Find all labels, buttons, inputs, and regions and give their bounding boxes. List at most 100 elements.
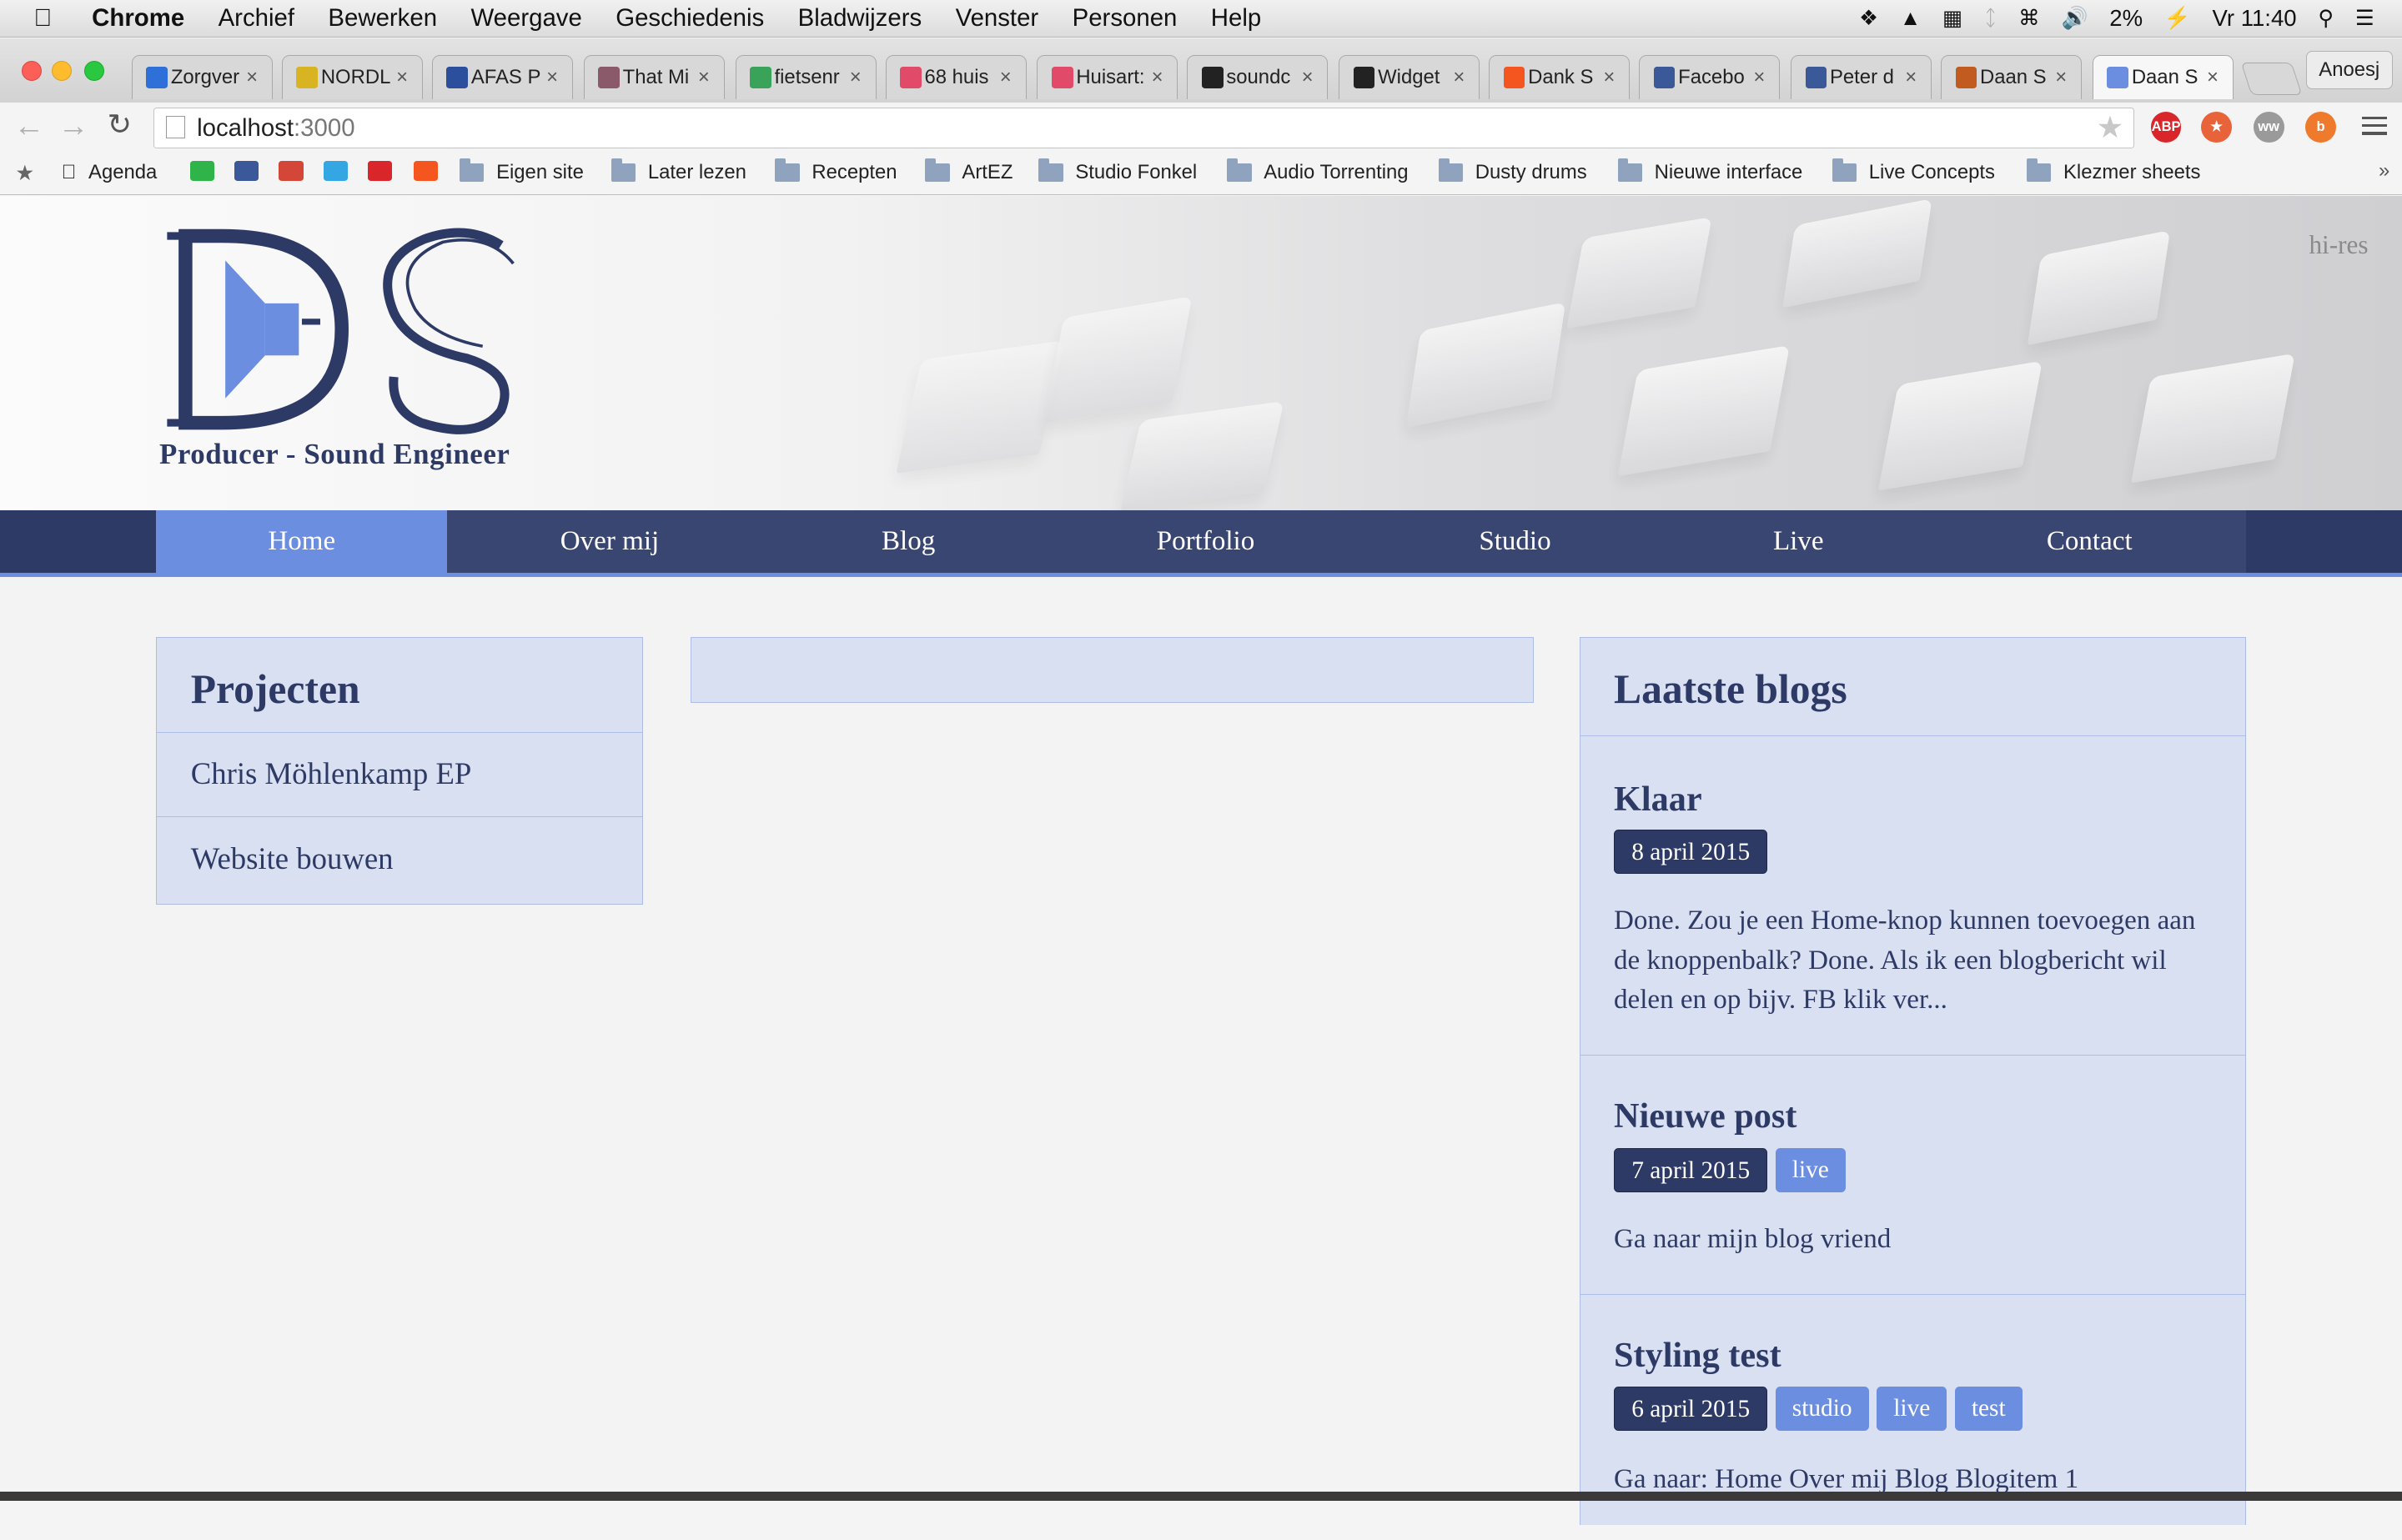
browser-tab[interactable]: fietsenr × <box>735 55 877 100</box>
close-tab-icon[interactable]: × <box>391 66 413 89</box>
nav-blog[interactable]: Blog <box>771 509 1045 573</box>
forward-arrow-icon[interactable]: → <box>58 108 89 143</box>
project-item[interactable]: Website bouwen <box>157 817 642 901</box>
ds-logo[interactable] <box>161 227 529 441</box>
volume-icon[interactable]: 🔊 <box>2062 6 2088 31</box>
menubar-clock[interactable]: Vr 11:40 <box>2213 5 2297 32</box>
extension-icon[interactable]: b <box>2305 112 2336 143</box>
project-link[interactable]: Website bouwen <box>191 840 394 876</box>
close-tab-icon[interactable]: × <box>693 66 715 89</box>
bookmark-item[interactable]: Nieuwe interface <box>1617 158 1802 184</box>
nav-portfolio[interactable]: Portfolio <box>1044 509 1367 573</box>
close-tab-icon[interactable]: × <box>1900 66 1922 89</box>
nav-over-mij[interactable]: Over mij <box>447 509 772 573</box>
bookmark-item[interactable]: Later lezen <box>611 158 746 184</box>
nav-home[interactable]: Home <box>156 509 448 573</box>
wifi-icon[interactable]: ⌘ <box>2018 6 2040 31</box>
close-tab-icon[interactable]: × <box>1449 66 1470 89</box>
nav-contact[interactable]: Contact <box>1932 509 2246 573</box>
browser-tab[interactable]: Facebo × <box>1639 55 1781 100</box>
bookmark-item[interactable] <box>279 160 315 181</box>
battery-charging-icon[interactable]: ⚡ <box>2164 6 2191 31</box>
browser-tab[interactable]: That Mi × <box>583 55 725 100</box>
menu-personen[interactable]: Personen <box>1073 4 1178 33</box>
drive-icon[interactable]: ▲ <box>1900 7 1921 31</box>
dropbox-icon[interactable]: ❖ <box>1859 6 1878 31</box>
browser-tab[interactable]: AFAS P × <box>431 55 573 100</box>
tag-badge[interactable]: test <box>1954 1387 2023 1432</box>
blog-post-title[interactable]: Styling test <box>1614 1335 1781 1376</box>
browser-tab[interactable]: 68 huis × <box>885 55 1027 100</box>
battery-percentage[interactable]: 2% <box>2109 5 2143 32</box>
bookmark-item[interactable]: Agenda <box>61 161 157 184</box>
browser-tab[interactable]: Dank S × <box>1489 55 1631 100</box>
address-url[interactable]: localhost:3000 <box>197 114 354 143</box>
close-window-button[interactable] <box>21 61 42 82</box>
reload-icon[interactable]: ↻ <box>108 108 132 142</box>
bookmark-item[interactable] <box>189 160 227 181</box>
minimize-window-button[interactable] <box>52 61 73 82</box>
back-arrow-icon[interactable]: ← <box>14 108 45 143</box>
browser-tab[interactable]: Zorgver × <box>131 55 273 100</box>
notification-center-icon[interactable]: ☰ <box>2355 6 2374 31</box>
bookmark-item[interactable]: Dusty drums <box>1438 158 1587 184</box>
tag-badge[interactable]: studio <box>1775 1387 1869 1432</box>
extension-icon[interactable]: ABP <box>2150 112 2182 143</box>
project-item[interactable]: Chris Möhlenkamp EP <box>157 733 643 817</box>
bookmark-item[interactable] <box>367 160 405 181</box>
menu-bewerken[interactable]: Bewerken <box>328 4 437 33</box>
bookmark-item[interactable]: Live Concepts <box>1832 158 1995 184</box>
bookmark-item[interactable] <box>323 160 360 181</box>
close-tab-icon[interactable]: × <box>1147 66 1168 89</box>
bookmark-item[interactable]: Klezmer sheets <box>2026 158 2200 184</box>
menu-archief[interactable]: Archief <box>219 4 294 33</box>
menu-weergave[interactable]: Weergave <box>470 4 581 33</box>
close-tab-icon[interactable]: × <box>995 66 1017 89</box>
menu-help[interactable]: Help <box>1211 4 1261 33</box>
close-tab-icon[interactable]: × <box>241 66 263 89</box>
bluetooth-icon[interactable]: ᛨ <box>1984 7 1997 31</box>
fullscreen-window-button[interactable] <box>84 61 105 82</box>
hires-link[interactable]: hi-res <box>2309 230 2368 260</box>
bookmark-item[interactable]: Recepten <box>775 158 897 184</box>
blog-post[interactable]: Styling test 6 april 2015 studio live te… <box>1580 1295 2245 1540</box>
apple-icon[interactable]:  <box>33 4 64 33</box>
tag-badge[interactable]: live <box>1775 1147 1847 1192</box>
tag-badge[interactable]: live <box>1876 1387 1947 1432</box>
close-tab-icon[interactable]: × <box>1749 66 1771 89</box>
close-tab-icon[interactable]: × <box>541 66 563 89</box>
bookmark-item[interactable] <box>234 160 271 181</box>
bookmark-item[interactable]: Eigen site <box>460 158 584 184</box>
blog-post[interactable]: Klaar 8 april 2015 Done. Zou je een Home… <box>1580 736 2245 1056</box>
browser-tab[interactable]: Daan S × <box>1941 55 2083 100</box>
bookmark-item[interactable]: ArtEZ <box>925 158 1013 184</box>
close-tab-icon[interactable]: × <box>2202 66 2224 89</box>
menu-bladwijzers[interactable]: Bladwijzers <box>798 4 922 33</box>
bookmark-item[interactable]: ★ <box>15 161 34 186</box>
menu-venster[interactable]: Venster <box>956 4 1039 33</box>
browser-tab[interactable]: Peter d × <box>1791 55 1932 100</box>
close-tab-icon[interactable]: × <box>1297 66 1319 89</box>
bookmark-item[interactable]: Audio Torrenting <box>1227 158 1409 184</box>
close-tab-icon[interactable]: × <box>845 66 867 89</box>
profile-button[interactable]: Anoesj <box>2305 50 2393 89</box>
blog-post[interactable]: Nieuwe post 7 april 2015 live Ga naar mi… <box>1580 1056 2245 1295</box>
chrome-menu-icon[interactable] <box>2362 112 2387 139</box>
blog-post-title[interactable]: Klaar <box>1614 779 1702 820</box>
browser-tab[interactable]: Widget × <box>1339 55 1480 100</box>
extension-icon[interactable]: ww <box>2253 112 2284 143</box>
address-bar[interactable]: localhost:3000 ★ <box>153 107 2134 149</box>
menu-app-name[interactable]: Chrome <box>92 4 184 33</box>
bookmark-item[interactable]: Studio Fonkel <box>1038 158 1197 184</box>
menu-geschiedenis[interactable]: Geschiedenis <box>616 4 764 33</box>
nav-live[interactable]: Live <box>1663 509 1933 573</box>
close-tab-icon[interactable]: × <box>1599 66 1621 89</box>
browser-tab[interactable]: NORDL × <box>281 55 423 100</box>
project-link[interactable]: Chris Möhlenkamp EP <box>191 755 472 791</box>
nav-studio[interactable]: Studio <box>1366 509 1664 573</box>
bookmark-item[interactable] <box>413 160 450 181</box>
bookmark-star-icon[interactable]: ★ <box>2097 109 2124 145</box>
extension-icon[interactable]: ★ <box>2201 112 2233 143</box>
close-tab-icon[interactable]: × <box>2050 66 2072 89</box>
spotlight-search-icon[interactable]: ⚲ <box>2318 6 2334 31</box>
